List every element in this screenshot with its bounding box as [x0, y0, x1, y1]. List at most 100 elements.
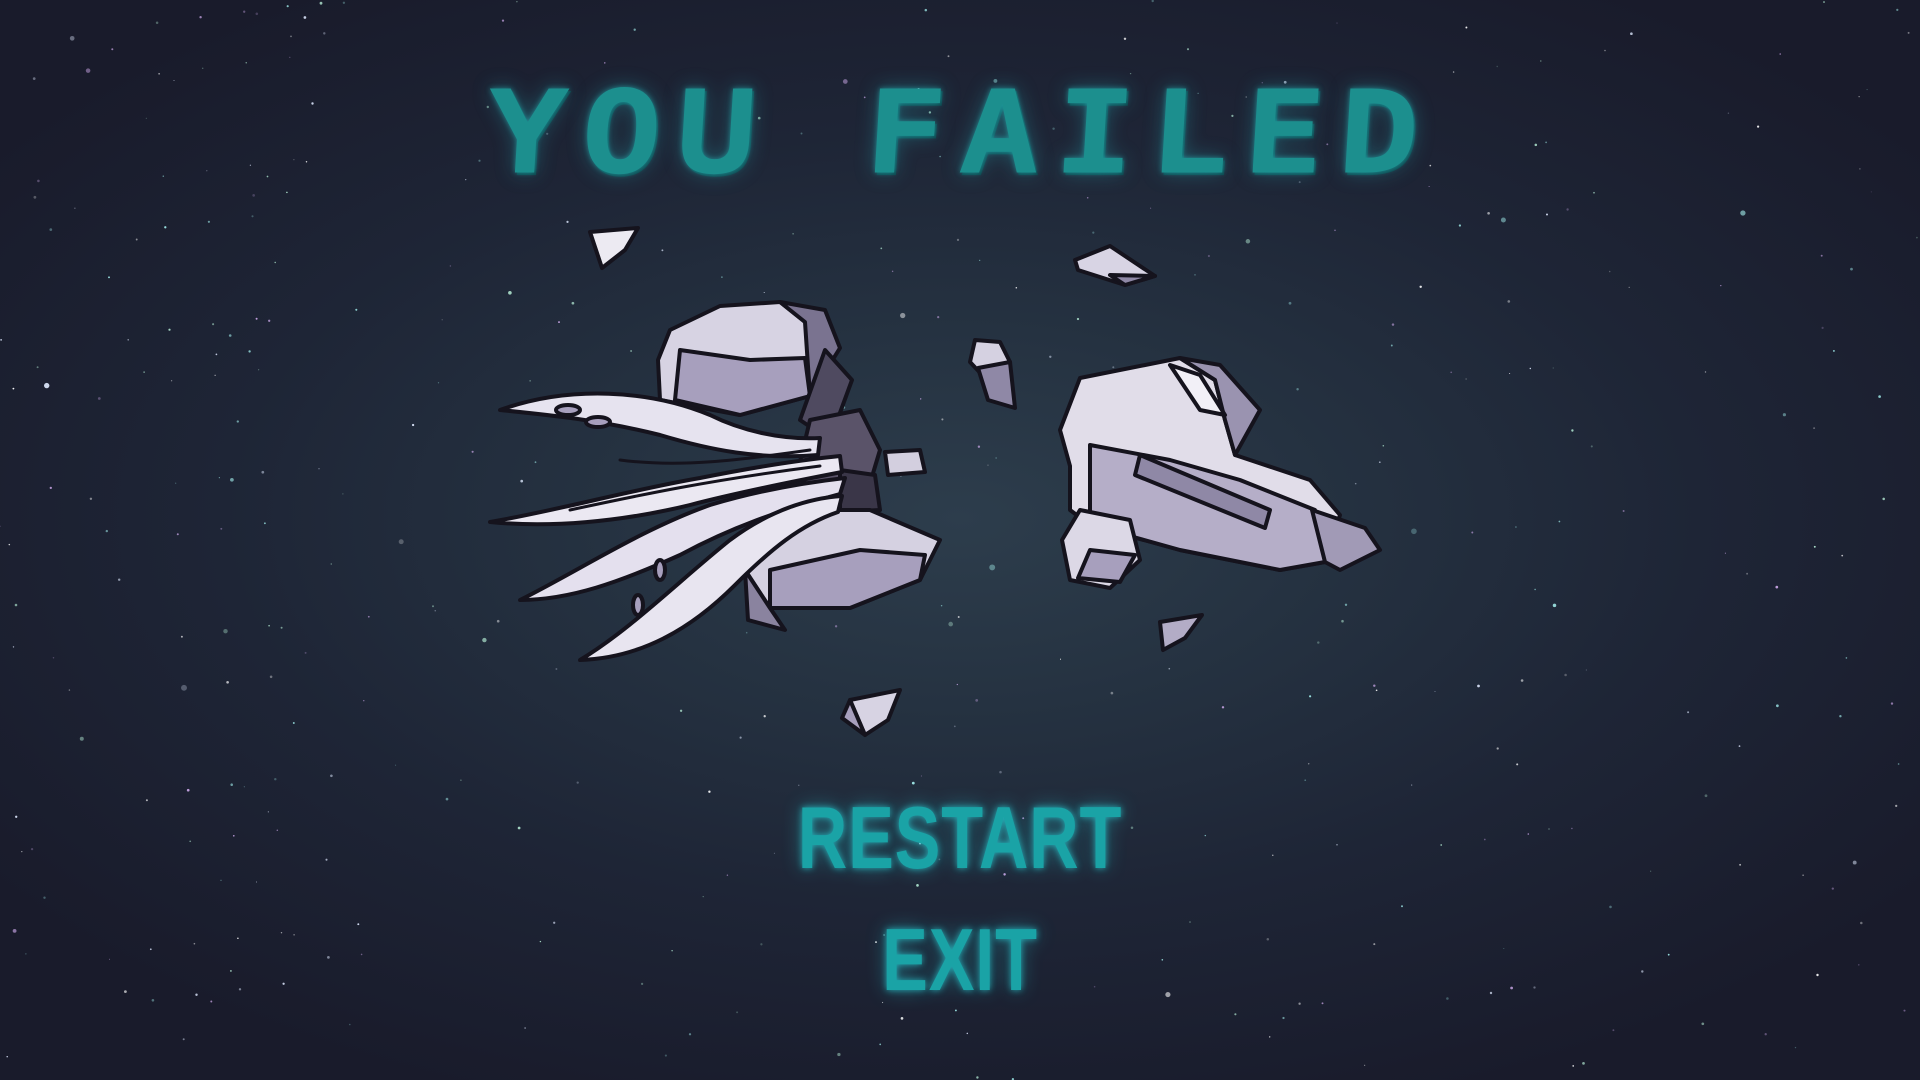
- star: [12, 387, 15, 390]
- star: [524, 1027, 526, 1029]
- star: [1775, 585, 1779, 589]
- star: [268, 624, 270, 627]
- star: [69, 35, 75, 41]
- star: [501, 19, 505, 22]
- star: [25, 953, 27, 955]
- star: [1411, 528, 1417, 535]
- star: [1186, 48, 1190, 51]
- star: [105, 529, 108, 533]
- star: [1564, 673, 1567, 677]
- star: [1558, 520, 1561, 523]
- star: [1477, 684, 1480, 688]
- star: [1896, 8, 1899, 12]
- star: [68, 689, 71, 691]
- star: [411, 423, 415, 427]
- star: [1419, 285, 1422, 289]
- star: [1496, 747, 1499, 750]
- star: [0, 339, 2, 341]
- star: [1540, 60, 1542, 62]
- star: [318, 468, 320, 470]
- star: [1701, 1022, 1705, 1026]
- star: [363, 700, 365, 702]
- star: [155, 21, 159, 24]
- star: [168, 328, 171, 331]
- star: [1487, 211, 1490, 215]
- star: [342, 1, 346, 4]
- star: [1687, 711, 1690, 714]
- star: [1585, 669, 1587, 671]
- star: [214, 374, 216, 376]
- star: [966, 1032, 969, 1035]
- star: [1704, 371, 1707, 373]
- star: [1738, 745, 1741, 747]
- star: [212, 323, 215, 326]
- star: [736, 1011, 739, 1014]
- star: [268, 319, 271, 322]
- star: [1590, 445, 1593, 448]
- star: [1779, 53, 1781, 55]
- destroyed-ship-icon: [488, 226, 1382, 737]
- star: [164, 226, 167, 229]
- star: [1307, 763, 1310, 765]
- game-over-title: YOU FAILED: [482, 65, 1438, 201]
- ship-left-half: [488, 300, 942, 662]
- star: [1304, 779, 1307, 782]
- star: [292, 722, 295, 724]
- star: [236, 420, 239, 423]
- ship-right-half: [1058, 356, 1382, 590]
- star: [1895, 804, 1898, 808]
- star: [74, 207, 76, 209]
- star: [261, 470, 265, 474]
- star: [1776, 704, 1779, 708]
- star: [304, 651, 307, 654]
- star: [1860, 921, 1863, 925]
- star: [437, 382, 440, 384]
- star: [303, 16, 307, 19]
- exit-button[interactable]: EXIT: [211, 912, 1709, 1008]
- restart-button[interactable]: RESTART: [211, 790, 1709, 886]
- star: [290, 35, 292, 38]
- star: [1269, 1036, 1271, 1038]
- star: [879, 1043, 882, 1046]
- star: [1813, 545, 1816, 548]
- star: [180, 635, 183, 638]
- star: [1336, 22, 1338, 24]
- star: [255, 12, 259, 16]
- star: [274, 261, 276, 264]
- star: [1823, 1, 1825, 3]
- star: [367, 615, 370, 618]
- star: [1234, 1013, 1237, 1016]
- star: [1821, 326, 1824, 329]
- star: [108, 276, 110, 279]
- star: [1764, 1033, 1767, 1036]
- star: [1882, 497, 1885, 501]
- star: [1509, 372, 1511, 375]
- star: [255, 317, 258, 320]
- star: [1552, 367, 1554, 369]
- star: [117, 578, 121, 581]
- star: [702, 895, 704, 898]
- star: [1514, 526, 1517, 528]
- star: [127, 339, 129, 341]
- star: [228, 334, 232, 337]
- star: [170, 380, 173, 382]
- star: [1434, 690, 1436, 693]
- star: [12, 928, 17, 933]
- star: [911, 781, 915, 785]
- star: [1411, 784, 1413, 786]
- star: [323, 32, 326, 35]
- star: [1850, 267, 1853, 271]
- star: [471, 450, 474, 453]
- star: [924, 8, 928, 12]
- star: [398, 539, 404, 545]
- star: [947, 55, 950, 58]
- star: [89, 497, 93, 500]
- star: [1720, 284, 1722, 287]
- star: [230, 783, 233, 786]
- star: [900, 1017, 904, 1020]
- star: [449, 265, 452, 267]
- star: [1604, 49, 1606, 52]
- star: [220, 527, 223, 530]
- star: [135, 238, 138, 241]
- star: [688, 1033, 692, 1036]
